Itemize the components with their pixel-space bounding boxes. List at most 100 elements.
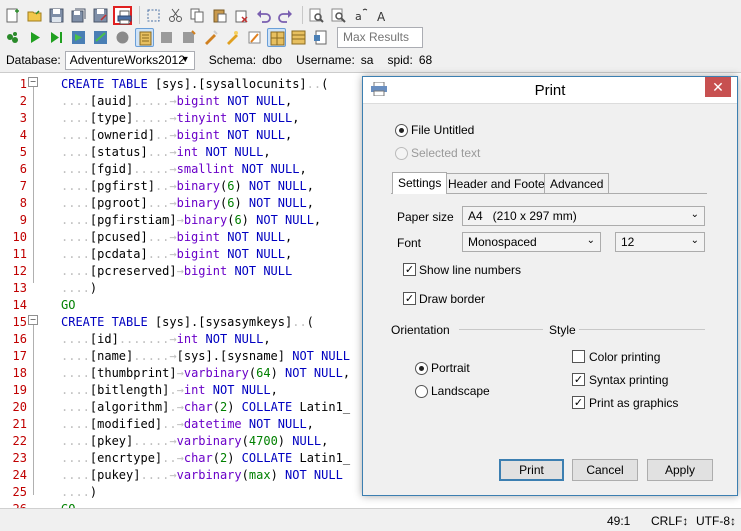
save-icon[interactable] bbox=[47, 6, 66, 25]
cancel-button[interactable]: Cancel bbox=[572, 459, 638, 481]
line-number: 22 bbox=[12, 434, 27, 448]
landscape-radio[interactable] bbox=[415, 385, 428, 398]
code-line: ....) bbox=[61, 485, 98, 499]
encoding-select[interactable]: UTF-8↕ bbox=[696, 514, 736, 528]
code-line: ....[pkey].....→varbinary(4700) NULL, bbox=[61, 434, 329, 448]
code-line: ....[algorithm].→char(2) COLLATE Latin1_ bbox=[61, 400, 351, 414]
file-untitled-radio[interactable] bbox=[395, 124, 408, 137]
tab-settings[interactable]: Settings bbox=[392, 172, 448, 194]
draw-border-checkbox[interactable]: ✓ bbox=[403, 292, 416, 305]
fold-line bbox=[33, 325, 34, 495]
run-script-icon[interactable] bbox=[69, 28, 88, 47]
code-line: ....[pcdata]...→bigint NOT NULL, bbox=[61, 247, 293, 261]
code-line: ....[pgroot]...→binary(6) NOT NULL, bbox=[61, 196, 314, 210]
line-number: 15 bbox=[12, 315, 27, 329]
show-line-numbers-checkbox[interactable]: ✓ bbox=[403, 263, 416, 276]
font-size-select[interactable]: 12 ⌄ bbox=[615, 232, 705, 252]
database-select[interactable]: AdventureWorks2012 ▼ bbox=[64, 50, 195, 70]
find-replace-icon[interactable] bbox=[329, 6, 348, 25]
export-icon[interactable] bbox=[311, 28, 330, 47]
split-vertical-icon[interactable] bbox=[289, 28, 308, 47]
font-select[interactable]: Monospaced ⌄ bbox=[462, 232, 601, 252]
apply-button[interactable]: Apply bbox=[647, 459, 713, 481]
code-line: ....) bbox=[61, 281, 98, 295]
fold-toggle-icon[interactable]: − bbox=[28, 77, 38, 87]
max-results-input[interactable] bbox=[337, 26, 423, 48]
status-bar: 49:1 CRLF↕ UTF-8↕ bbox=[0, 508, 741, 531]
save-all-icon[interactable] bbox=[69, 6, 88, 25]
find-icon[interactable] bbox=[307, 6, 326, 25]
redo-icon[interactable] bbox=[276, 6, 295, 25]
run-icon[interactable] bbox=[25, 28, 44, 47]
code-line: GO bbox=[61, 298, 76, 312]
code-line: ....[encrtype]..→char(2) COLLATE Latin1_ bbox=[61, 451, 351, 465]
tab-header-footer[interactable]: Header and Footer bbox=[442, 173, 555, 194]
run-selection-icon[interactable] bbox=[91, 28, 110, 47]
delete-icon[interactable] bbox=[232, 6, 251, 25]
copy-icon[interactable] bbox=[188, 6, 207, 25]
paper-size-label: Paper size bbox=[397, 210, 454, 224]
line-number: 24 bbox=[12, 468, 27, 482]
line-number: 23 bbox=[12, 451, 27, 465]
toolbar-separator bbox=[139, 6, 140, 24]
line-number: 25 bbox=[12, 485, 27, 499]
draw-border-label: Draw border bbox=[419, 292, 486, 306]
font-value: Monospaced bbox=[468, 235, 537, 249]
split-horizontal-icon[interactable] bbox=[267, 27, 286, 47]
tab-advanced[interactable]: Advanced bbox=[544, 173, 610, 194]
line-ending-select[interactable]: CRLF↕ bbox=[651, 514, 688, 528]
print-as-graphics-checkbox[interactable]: ✓ bbox=[572, 396, 585, 409]
line-number: 1 bbox=[19, 77, 27, 91]
line-number: 3 bbox=[19, 111, 27, 125]
code-line: GO bbox=[61, 501, 75, 508]
selected-text-radio bbox=[395, 147, 408, 160]
line-number: 12 bbox=[12, 264, 27, 278]
lowercase-icon[interactable]: a bbox=[351, 6, 370, 25]
line-number: 10 bbox=[12, 230, 27, 244]
line-number: 6 bbox=[19, 162, 27, 176]
uppercase-icon[interactable]: A bbox=[373, 6, 392, 25]
paste-icon[interactable] bbox=[210, 6, 229, 25]
format-icon[interactable] bbox=[201, 28, 220, 47]
print-button[interactable]: Print bbox=[499, 459, 564, 481]
execute-all-icon[interactable] bbox=[3, 28, 22, 47]
code-line: ....[pcused]...→bigint NOT NULL, bbox=[61, 230, 293, 244]
portrait-radio[interactable] bbox=[415, 362, 428, 375]
query-toolbar bbox=[0, 25, 741, 49]
line-number: 19 bbox=[12, 383, 27, 397]
new-file-icon[interactable] bbox=[3, 6, 22, 25]
explain-plan-icon[interactable] bbox=[223, 28, 242, 47]
code-line: ....[id].......→int NOT NULL, bbox=[61, 332, 271, 346]
dialog-titlebar[interactable]: Print ✕ bbox=[363, 77, 737, 104]
spid-value: 68 bbox=[418, 53, 433, 67]
font-size-value: 12 bbox=[621, 235, 635, 249]
commit-icon[interactable] bbox=[179, 28, 198, 47]
line-number: 4 bbox=[19, 128, 27, 142]
code-line: ....[thumbprint]→varbinary(64) NOT NULL, bbox=[61, 366, 351, 380]
open-file-icon[interactable] bbox=[25, 6, 44, 25]
fold-line bbox=[33, 87, 34, 283]
select-icon[interactable] bbox=[144, 6, 163, 25]
syntax-printing-checkbox[interactable]: ✓ bbox=[572, 373, 585, 386]
print-as-graphics-label: Print as graphics bbox=[589, 396, 679, 410]
comment-icon[interactable] bbox=[245, 28, 264, 47]
spid-label: spid: bbox=[387, 53, 413, 67]
save-as-icon[interactable] bbox=[91, 6, 110, 25]
results-grid-icon[interactable] bbox=[135, 27, 154, 47]
run-to-end-icon[interactable] bbox=[47, 28, 66, 47]
undo-icon[interactable] bbox=[254, 6, 273, 25]
style-label: Style bbox=[549, 323, 576, 337]
toolbar-separator bbox=[302, 6, 303, 24]
cut-icon[interactable] bbox=[166, 6, 185, 25]
paper-size-select[interactable]: A4 (210 x 297 mm) ⌄ bbox=[462, 206, 705, 226]
stop-icon[interactable] bbox=[113, 28, 132, 47]
show-line-numbers-label: Show line numbers bbox=[419, 263, 522, 277]
close-icon[interactable]: ✕ bbox=[705, 77, 731, 97]
fold-toggle-icon[interactable]: − bbox=[28, 315, 38, 325]
line-number: 16 bbox=[12, 332, 27, 346]
color-printing-label: Color printing bbox=[589, 350, 661, 364]
code-line: ....[ownerid]..→bigint NOT NULL, bbox=[61, 128, 293, 142]
print-icon[interactable] bbox=[113, 5, 132, 25]
color-printing-checkbox[interactable] bbox=[572, 350, 585, 363]
results-text-icon[interactable] bbox=[157, 28, 176, 47]
